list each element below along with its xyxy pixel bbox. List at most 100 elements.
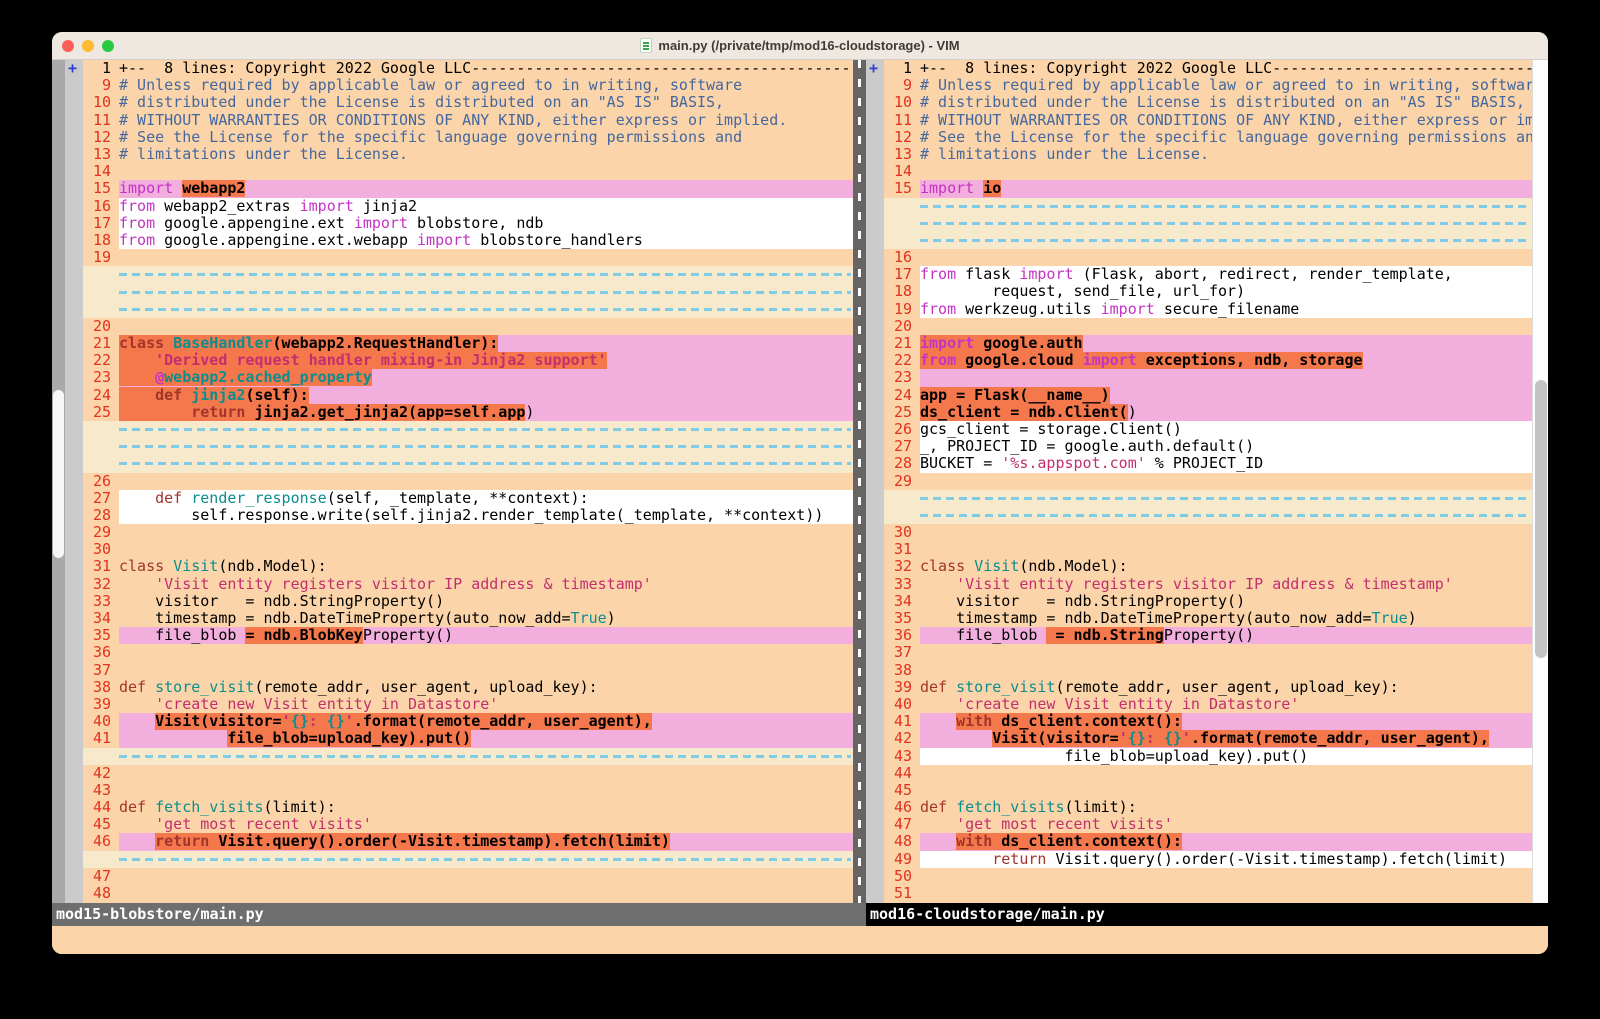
code-line: 15import io <box>884 180 1532 197</box>
line-number: 43 <box>83 782 119 799</box>
line-number: 17 <box>83 215 119 232</box>
line-number: 1 <box>83 60 119 77</box>
minimize-button[interactable] <box>82 40 94 52</box>
diff-filler-line <box>83 266 853 283</box>
line-text: # Unless required by applicable law or a… <box>119 77 853 94</box>
code-line: 51 <box>884 885 1532 902</box>
line-text <box>119 765 853 782</box>
line-number <box>83 283 119 300</box>
line-number: 21 <box>83 335 119 352</box>
line-text <box>920 765 1532 782</box>
filler-dashes <box>119 283 853 300</box>
line-text: from google.cloud import exceptions, ndb… <box>920 352 1532 369</box>
code-line: 30 <box>884 524 1532 541</box>
line-text: from google.appengine.ext.webapp import … <box>119 232 853 249</box>
fold-plus-icon[interactable]: + <box>68 60 77 77</box>
code-line: 11# WITHOUT WARRANTIES OR CONDITIONS OF … <box>884 112 1532 129</box>
line-number <box>83 455 119 472</box>
code-line: 21class BaseHandler(webapp2.RequestHandl… <box>83 335 853 352</box>
line-text: app = Flask(__name__) <box>920 387 1532 404</box>
code-line: 39def store_visit(remote_addr, user_agen… <box>884 679 1532 696</box>
line-text: from flask import (Flask, abort, redirec… <box>920 266 1532 283</box>
left-status-bar: mod15-blobstore/main.py <box>52 903 866 926</box>
status-row: mod15-blobstore/main.py mod16-cloudstora… <box>52 903 1548 926</box>
line-text <box>119 163 853 180</box>
line-text: _, PROJECT_ID = google.auth.default() <box>920 438 1532 455</box>
left-scrollbar[interactable] <box>52 60 65 903</box>
line-text: def store_visit(remote_addr, user_agent,… <box>119 679 853 696</box>
line-number: 49 <box>884 851 920 868</box>
code-line: 36 file_blob = ndb.StringProperty() <box>884 627 1532 644</box>
line-number <box>83 851 119 868</box>
code-line: 22 'Derived request handler mixing-in Ji… <box>83 352 853 369</box>
close-button[interactable] <box>62 40 74 52</box>
line-text <box>119 662 853 679</box>
code-line: 47 <box>83 868 853 885</box>
line-number: 15 <box>83 180 119 197</box>
line-number: 19 <box>83 249 119 266</box>
line-text: +-- 8 lines: Copyright 2022 Google LLC--… <box>119 60 853 77</box>
fold-plus-icon[interactable]: + <box>869 60 878 77</box>
code-line: 31class Visit(ndb.Model): <box>83 558 853 575</box>
code-line: 25ds_client = ndb.Client() <box>884 404 1532 421</box>
filler-dashes <box>920 215 1532 232</box>
line-number: 35 <box>83 627 119 644</box>
right-scrollbar[interactable] <box>1532 60 1548 903</box>
code-line: 20 <box>83 318 853 335</box>
left-scrollbar-thumb[interactable] <box>53 390 64 558</box>
line-text: timestamp = ndb.DateTimeProperty(auto_no… <box>119 610 853 627</box>
line-text: from webapp2_extras import jinja2 <box>119 198 853 215</box>
command-line[interactable] <box>52 926 1548 954</box>
code-line: 16from webapp2_extras import jinja2 <box>83 198 853 215</box>
line-number: 32 <box>83 576 119 593</box>
line-number <box>884 215 920 232</box>
line-text: def render_response(self, _template, **c… <box>119 490 853 507</box>
diff-filler-line <box>884 507 1532 524</box>
line-number: 9 <box>83 77 119 94</box>
left-pane[interactable]: + 1+-- 8 lines: Copyright 2022 Google LL… <box>65 60 853 903</box>
line-number: 39 <box>83 696 119 713</box>
line-text <box>920 644 1532 661</box>
line-text: import io <box>920 180 1532 197</box>
line-number: 38 <box>884 662 920 679</box>
right-pane[interactable]: + 1+-- 8 lines: Copyright 2022 Google LL… <box>866 60 1532 903</box>
line-number <box>884 232 920 249</box>
zoom-button[interactable] <box>102 40 114 52</box>
line-number: 28 <box>83 507 119 524</box>
code-line: 42 Visit(visitor='{}: {}'.format(remote_… <box>884 730 1532 747</box>
titlebar[interactable]: main.py (/private/tmp/mod16-cloudstorage… <box>52 32 1548 60</box>
line-text <box>920 885 1532 902</box>
diff-filler-line <box>83 421 853 438</box>
line-number <box>83 748 119 765</box>
line-text <box>119 318 853 335</box>
fold-line[interactable]: 1+-- 8 lines: Copyright 2022 Google LLC-… <box>83 60 853 77</box>
line-number: 36 <box>884 627 920 644</box>
filler-dashes <box>119 421 853 438</box>
code-line: 29 <box>884 473 1532 490</box>
line-text <box>119 782 853 799</box>
title-group: main.py (/private/tmp/mod16-cloudstorage… <box>640 38 959 53</box>
line-number: 26 <box>884 421 920 438</box>
line-number: 37 <box>884 644 920 661</box>
line-number: 45 <box>884 782 920 799</box>
line-text <box>920 473 1532 490</box>
code-line: 34 timestamp = ndb.DateTimeProperty(auto… <box>83 610 853 627</box>
line-text: from google.appengine.ext import blobsto… <box>119 215 853 232</box>
code-line: 26gcs_client = storage.Client() <box>884 421 1532 438</box>
line-number <box>83 266 119 283</box>
line-number: 16 <box>884 249 920 266</box>
line-text: visitor = ndb.StringProperty() <box>119 593 853 610</box>
line-text: # Unless required by applicable law or a… <box>920 77 1532 94</box>
code-line: 35 file_blob = ndb.BlobKeyProperty() <box>83 627 853 644</box>
fold-line[interactable]: 1+-- 8 lines: Copyright 2022 Google LLC-… <box>884 60 1532 77</box>
line-text: file_blob = ndb.BlobKeyProperty() <box>119 627 853 644</box>
code-line: 38 <box>884 662 1532 679</box>
split-separator[interactable] <box>853 60 866 903</box>
code-line: 34 visitor = ndb.StringProperty() <box>884 593 1532 610</box>
line-number: 28 <box>884 455 920 472</box>
line-number: 38 <box>83 679 119 696</box>
right-scrollbar-thumb[interactable] <box>1535 380 1547 658</box>
diff-filler-line <box>884 232 1532 249</box>
code-line: 40 'create new Visit entity in Datastore… <box>884 696 1532 713</box>
line-number: 45 <box>83 816 119 833</box>
